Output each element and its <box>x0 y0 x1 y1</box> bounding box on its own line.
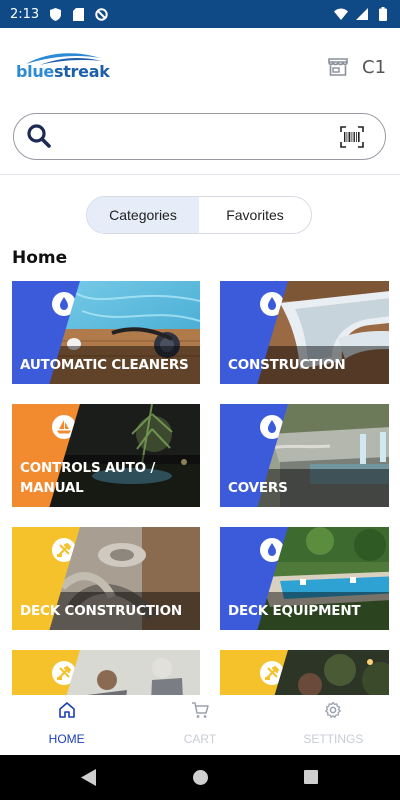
nav-cart[interactable]: CART <box>133 695 266 755</box>
category-card[interactable] <box>12 650 200 695</box>
search-icon[interactable] <box>26 123 52 149</box>
category-card-covers[interactable]: COVERS <box>220 404 389 507</box>
category-card-controls-auto-manual[interactable]: CONTROLS AUTO / MANUAL <box>12 404 200 507</box>
android-nav-bar <box>0 755 400 800</box>
signal-icon <box>355 7 369 21</box>
store-code[interactable]: C1 <box>362 57 386 78</box>
gear-icon <box>324 701 342 719</box>
header-divider <box>0 174 400 175</box>
logo-text-blue: blue <box>16 62 54 81</box>
nav-home[interactable]: HOME <box>0 695 133 755</box>
app-header: bluestreak C1 <box>0 28 400 108</box>
tab-favorites[interactable]: Favorites <box>199 197 311 233</box>
search-input[interactable] <box>62 124 332 150</box>
category-card-deck-equipment[interactable]: DECK EQUIPMENT <box>220 527 389 630</box>
wifi-icon <box>334 7 348 21</box>
barcode-icon[interactable] <box>340 126 364 148</box>
sd-card-icon <box>71 7 85 21</box>
bluestreak-logo: bluestreak <box>16 50 110 84</box>
category-card[interactable] <box>220 650 389 695</box>
category-card-deck-construction[interactable]: DECK CONSTRUCTION <box>12 527 200 630</box>
android-home-icon[interactable] <box>193 770 208 785</box>
status-time: 2:13 <box>10 6 40 22</box>
cart-icon <box>191 701 209 719</box>
category-label: COVERS <box>228 480 288 496</box>
search-bar[interactable] <box>13 113 386 160</box>
category-label: AUTOMATIC CLEANERS <box>20 357 189 373</box>
category-card-construction[interactable]: CONSTRUCTION <box>220 281 389 384</box>
shield-icon <box>48 7 62 21</box>
tab-categories[interactable]: Categories <box>87 197 199 233</box>
nav-label-home: HOME <box>48 732 85 746</box>
app-screen: 2:13 bluestreak C1 Categories Favorites … <box>0 0 400 800</box>
status-bar: 2:13 <box>0 0 400 28</box>
home-icon <box>58 701 76 719</box>
data-saver-icon <box>94 7 108 21</box>
category-label: DECK EQUIPMENT <box>228 603 361 619</box>
category-card-automatic-cleaners[interactable]: AUTOMATIC CLEANERS <box>12 281 200 384</box>
segmented-tabs: Categories Favorites <box>86 196 312 234</box>
nav-label-settings: SETTINGS <box>303 732 364 746</box>
nav-label-cart: CART <box>183 732 217 746</box>
category-label: CONTROLS AUTO / MANUAL <box>20 460 156 496</box>
store-icon[interactable] <box>328 58 348 76</box>
nav-settings[interactable]: SETTINGS <box>267 695 400 755</box>
back-icon[interactable] <box>81 769 97 786</box>
bottom-nav: HOME CART SETTINGS <box>0 695 400 755</box>
recent-apps-icon[interactable] <box>304 770 318 784</box>
battery-icon <box>376 7 390 21</box>
section-title: Home <box>12 248 68 268</box>
category-label: DECK CONSTRUCTION <box>20 603 182 619</box>
category-label: CONSTRUCTION <box>228 357 346 373</box>
category-grid: AUTOMATIC CLEANERS CONSTRUCTION CONTROLS… <box>12 281 389 695</box>
logo-text-streak: streak <box>53 62 110 81</box>
